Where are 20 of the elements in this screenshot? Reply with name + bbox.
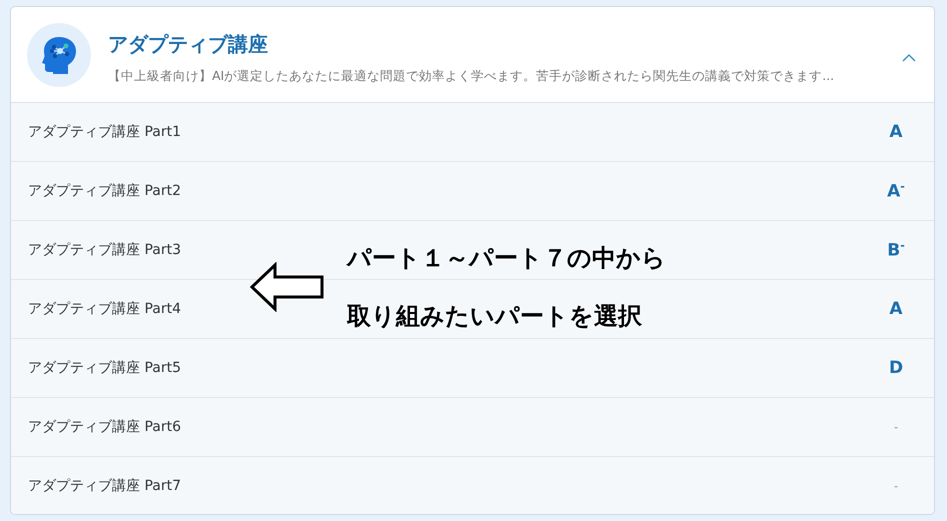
grade-label: A$^{-}$: [886, 180, 906, 202]
grade-label: -: [892, 420, 900, 434]
grade-label: -: [892, 478, 900, 492]
grade-label: B$^{-}$: [886, 239, 906, 261]
chevron-up-icon[interactable]: [902, 54, 916, 62]
course-description: 【中上級者向け】AIが選定したあなたに最適な問題で効率よく学べます。苦手が診断されたら関先生の講義で対策できます...: [108, 68, 836, 84]
annotation-text: 取り組みたいパートを選択: [347, 301, 643, 332]
part-link[interactable]: アダプティブ講座 Part7: [28, 476, 181, 494]
grade-label: A: [888, 299, 904, 319]
grade-label: D: [888, 358, 904, 378]
part-link[interactable]: アダプティブ講座 Part1: [28, 123, 181, 141]
part-link[interactable]: アダプティブ講座 Part2: [28, 182, 181, 200]
part-link[interactable]: アダプティブ講座 Part4: [28, 300, 181, 318]
grade-label: A: [888, 122, 904, 142]
part-link[interactable]: アダプティブ講座 Part5: [28, 359, 181, 377]
course-title: アダプティブ講座: [108, 30, 269, 58]
part-link[interactable]: アダプティブ講座 Part6: [28, 418, 181, 436]
left-arrow-icon: [249, 262, 325, 312]
part-link[interactable]: アダプティブ講座 Part3: [28, 241, 181, 259]
annotation-text: パート１～パート７の中から: [347, 243, 666, 274]
